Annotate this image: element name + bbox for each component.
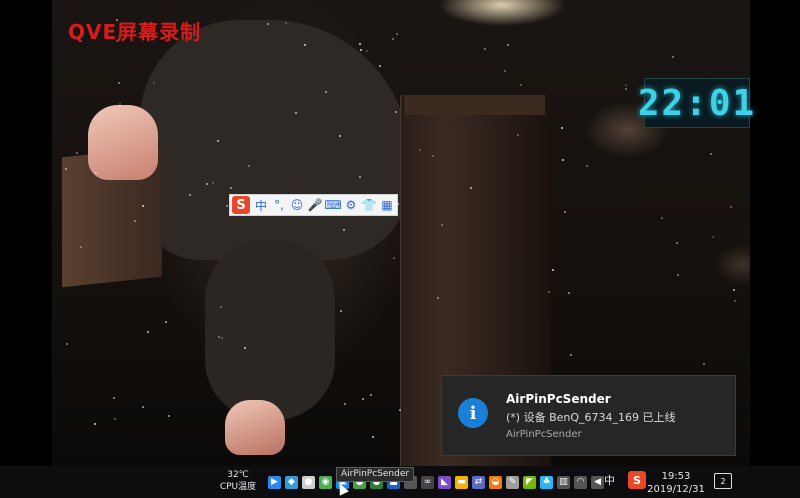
- airpin-icon[interactable]: ◉: [319, 475, 332, 489]
- input-language-indicator[interactable]: 中: [604, 472, 615, 488]
- dust-speck: [371, 435, 374, 438]
- box-icon[interactable]: ◆: [285, 475, 298, 489]
- desktop-clock-widget[interactable]: 22:01: [638, 78, 754, 128]
- dust-speck: [219, 305, 222, 308]
- system-tray: ▶ ◆ ● ◉ ▣ ● ● ■ ⌃ ∞ ◣ ▬ ⇄ ◒ ✎ ◤ ♣ ▥ ◠ ◀: [268, 470, 604, 494]
- dust-speck: [568, 291, 571, 294]
- volume-icon[interactable]: ◀: [591, 475, 604, 489]
- network-icon[interactable]: ▥: [557, 475, 570, 489]
- recorder-watermark: QVE屏幕录制: [68, 20, 202, 44]
- dust-speck: [79, 246, 82, 249]
- info-icon: i: [458, 398, 488, 428]
- dust-speck: [118, 102, 121, 105]
- dust-speck: [225, 205, 228, 207]
- shield-icon[interactable]: ◒: [489, 475, 502, 489]
- dust-speck: [141, 405, 144, 408]
- dust-speck: [342, 228, 345, 231]
- ime-toolbox-icon[interactable]: ▦: [378, 196, 396, 214]
- dust-speck: [418, 148, 421, 151]
- dust-speck: [211, 181, 214, 184]
- notification-title: AirPinPcSender: [506, 392, 611, 406]
- dust-speck: [516, 133, 519, 136]
- notification-toast[interactable]: i AirPinPcSender (*) 设备 BenQ_6734_169 已上…: [441, 375, 736, 456]
- dust-speck: [117, 81, 120, 84]
- dust-speck: [114, 417, 117, 420]
- dust-speck: [733, 299, 736, 302]
- people-icon[interactable]: ♣: [540, 475, 553, 489]
- ime-skin-icon[interactable]: 👕: [360, 196, 378, 214]
- ime-keyboard-icon[interactable]: ⌨: [324, 196, 342, 214]
- nvidia-icon[interactable]: ◤: [523, 475, 536, 489]
- dust-speck: [378, 65, 381, 68]
- dust-speck: [284, 22, 287, 25]
- tray-tooltip: AirPinPcSender: [336, 467, 415, 482]
- dust-speck: [247, 165, 250, 168]
- link-icon[interactable]: ∞: [421, 475, 434, 489]
- microphone-icon[interactable]: ●: [302, 475, 315, 489]
- notification-source: AirPinPcSender: [506, 429, 582, 440]
- notification-count: 2: [720, 476, 726, 486]
- cpu-temperature-widget[interactable]: 32℃ CPU温度: [218, 469, 258, 493]
- dust-speck: [503, 69, 506, 72]
- dust-speck: [324, 90, 327, 93]
- sogou-tray-icon[interactable]: S: [628, 471, 646, 489]
- taskbar-time: 19:53: [661, 471, 691, 482]
- sogou-logo-icon[interactable]: S: [232, 196, 250, 214]
- notification-message: (*) 设备 BenQ_6734_169 已上线: [506, 411, 676, 424]
- ime-emoji-icon[interactable]: ☺: [288, 196, 306, 214]
- dust-speck: [65, 342, 68, 345]
- dust-speck: [146, 330, 149, 333]
- media-player-icon[interactable]: ▶: [268, 475, 281, 489]
- left-border: [0, 0, 52, 498]
- dust-speck: [394, 111, 397, 114]
- taskbar-clock[interactable]: 19:53 2019/12/31: [646, 470, 706, 496]
- dust-speck: [507, 43, 510, 46]
- cpu-temp-label: CPU温度: [219, 482, 257, 492]
- wallpaper-figure-arm: [205, 240, 335, 420]
- ime-voice-icon[interactable]: 🎤: [306, 196, 324, 214]
- dust-speck: [216, 140, 219, 143]
- dust-speck: [470, 186, 473, 189]
- dust-speck: [547, 291, 550, 294]
- desktop-clock-time: 22:01: [637, 82, 757, 124]
- share-icon[interactable]: ⇄: [472, 475, 485, 489]
- wallpaper-hand-lower: [225, 400, 285, 455]
- right-border: [750, 0, 800, 466]
- folder-icon[interactable]: ▬: [455, 475, 468, 489]
- action-center-button[interactable]: 2: [714, 473, 732, 489]
- dust-speck: [585, 164, 588, 167]
- visual-studio-icon[interactable]: ◣: [438, 475, 451, 489]
- ime-settings-icon[interactable]: ⚙: [342, 196, 360, 214]
- dust-speck: [358, 175, 361, 178]
- wallpaper-cabinet-top: [405, 95, 545, 115]
- dust-speck: [294, 111, 297, 114]
- dust-speck: [395, 32, 398, 35]
- pen-icon[interactable]: ✎: [506, 475, 519, 489]
- dust-speck: [677, 273, 680, 276]
- ime-language-toggle[interactable]: 中: [252, 196, 270, 214]
- ime-punctuation-toggle[interactable]: °,: [270, 196, 288, 214]
- wifi-icon[interactable]: ◠: [574, 475, 587, 489]
- dust-speck: [266, 22, 269, 25]
- ime-toolbar[interactable]: S 中 °, ☺ 🎤 ⌨ ⚙ 👕 ▦: [229, 194, 398, 216]
- dust-speck: [709, 152, 712, 155]
- cpu-temp-value: 32℃: [227, 470, 249, 480]
- dust-speck: [624, 84, 627, 87]
- wallpaper-hand: [88, 105, 158, 180]
- taskbar-date: 2019/12/31: [647, 484, 705, 495]
- dust-speck: [220, 336, 223, 339]
